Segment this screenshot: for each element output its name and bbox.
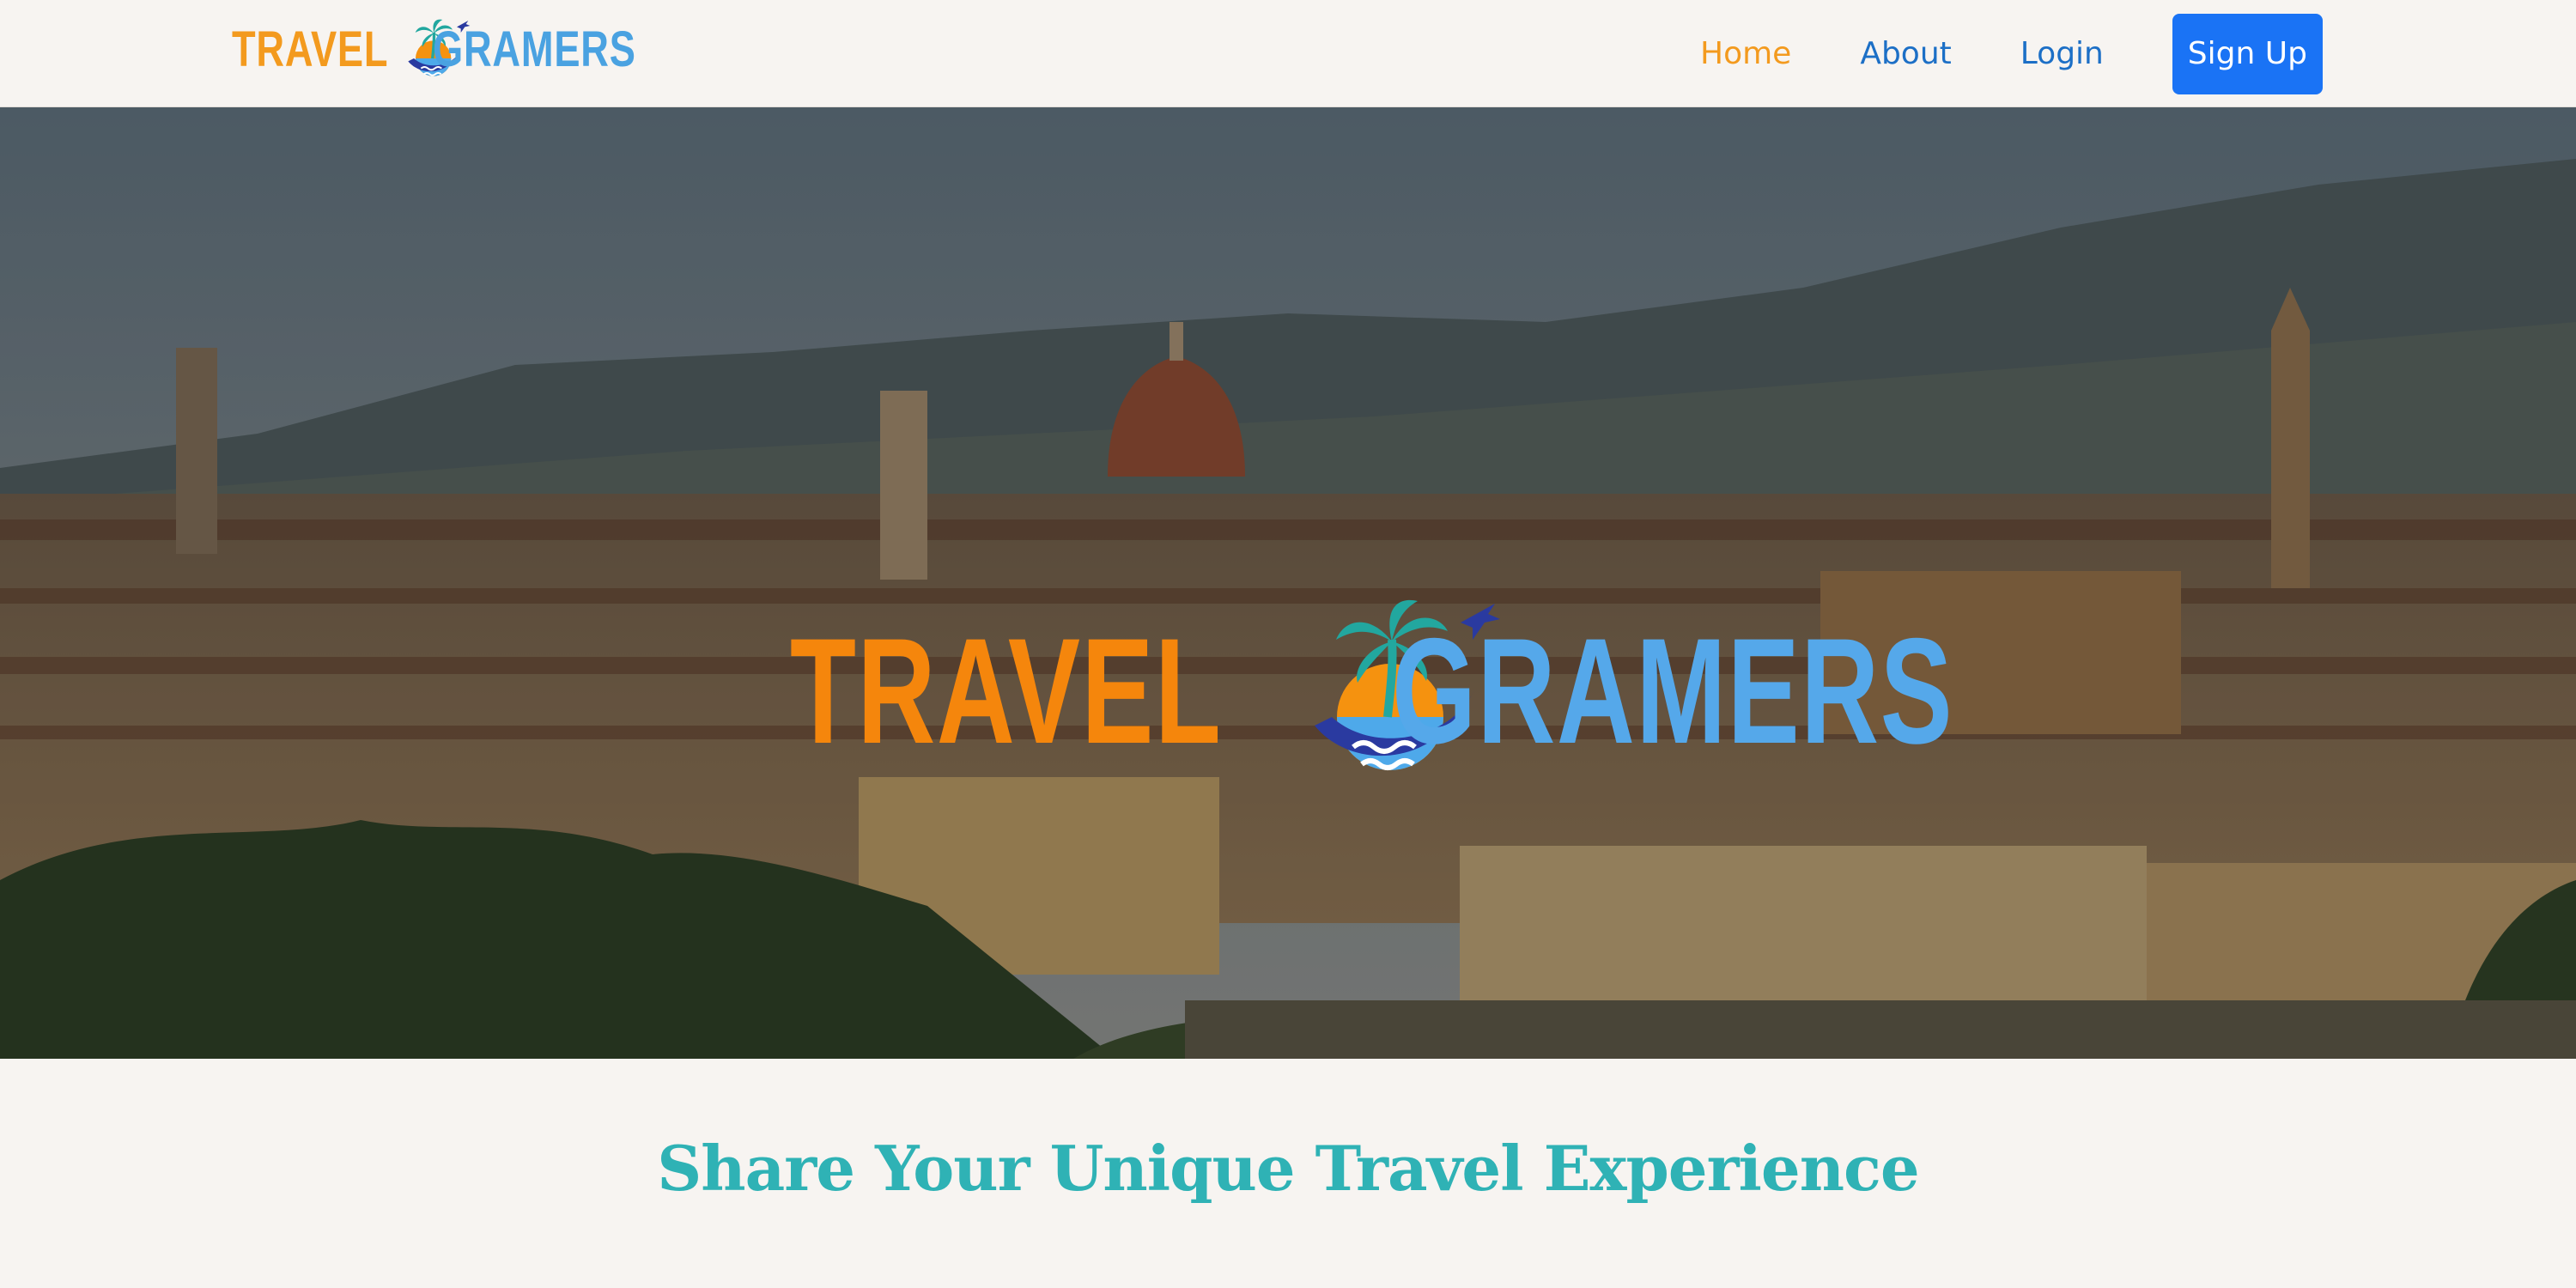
section-title: Share Your Unique Travel Experience [657,1132,1919,1205]
brand-word-left: TRAVEL [232,21,389,77]
brand-word-right: GRAMERS [432,21,636,77]
brand-logo-link[interactable]: TRAVEL GRAMERS [232,15,693,84]
nav-links: Home About Login Sign Up [1700,9,2323,99]
signup-button[interactable]: Sign Up [2172,13,2323,94]
top-navbar: TRAVEL GRAMERS Home About Login Sign Up [0,0,2576,107]
hero-background-image [0,107,2576,1059]
hero-logo-word-left: TRAVEL [790,607,1223,775]
hero-banner: TRAVEL GRAMERS [0,107,2576,1059]
nav-login-link[interactable]: Login [2020,36,2104,71]
nav-about-link[interactable]: About [1860,36,1951,71]
nav-home-link[interactable]: Home [1700,36,1791,71]
hero-brand-logo: TRAVEL GRAMERS [790,588,1953,794]
hero-logo-word-right: GRAMERS [1392,607,1954,775]
